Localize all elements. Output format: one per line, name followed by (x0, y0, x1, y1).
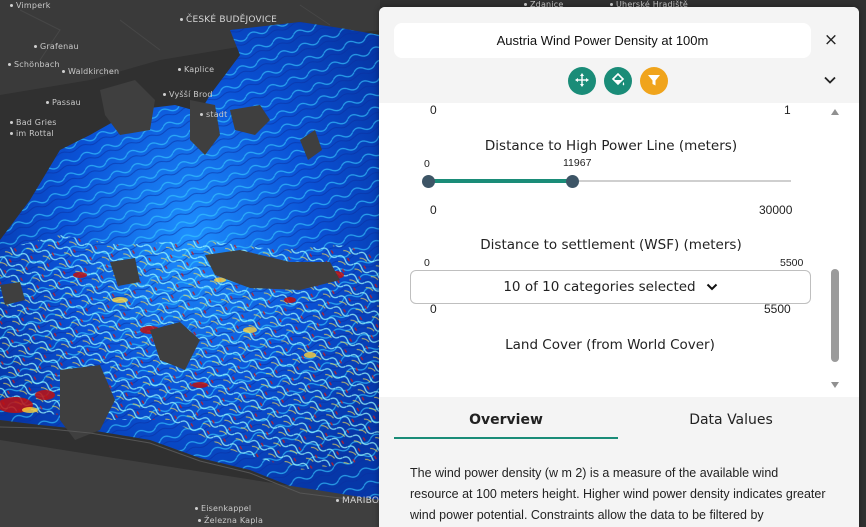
move-button[interactable] (568, 67, 596, 95)
filter-scrollbar[interactable] (829, 103, 843, 397)
settlement-range-max: 5500 (764, 302, 791, 316)
close-button[interactable]: × (821, 29, 841, 51)
map-place-label: Waldkirchen (62, 67, 119, 76)
land-cover-category-select[interactable]: 10 of 10 categories selected (410, 270, 811, 304)
map-place-label: stadt (200, 110, 227, 119)
settlement-filter-title: Distance to settlement (WSF) (meters) (480, 237, 742, 253)
map-place-label: Eisenkappel (195, 504, 251, 513)
scroll-up-arrow-icon[interactable] (831, 109, 839, 115)
map-place-label: Grafenau (34, 42, 79, 51)
high-power-line-low-value: 0 (424, 158, 430, 170)
tab-overview[interactable]: Overview (394, 400, 618, 440)
layer-panel: Austria Wind Power Density at 100m × 0 1… (379, 7, 859, 527)
collapse-panel-button[interactable] (821, 71, 839, 89)
map-place-label: ČESKÉ BUDĚJOVICE (180, 15, 277, 25)
map-place-label: Vimperk (10, 1, 51, 10)
slider-max-handle[interactable] (566, 175, 580, 188)
settlement-range-min: 0 (430, 302, 437, 316)
panel-tabs: Overview Data Values (394, 400, 844, 440)
tab-data-values[interactable]: Data Values (618, 400, 844, 440)
panel-header: Austria Wind Power Density at 100m × (379, 7, 859, 103)
chevron-down-icon (821, 74, 839, 93)
map-place-label: im Rottal (10, 129, 54, 138)
prev-filter-min-label: 0 (430, 103, 437, 117)
map-place-label: Schönbach (8, 60, 60, 69)
settlement-high-value: 5500 (780, 257, 804, 269)
style-button[interactable] (604, 67, 632, 95)
move-arrows-icon (575, 72, 589, 91)
high-power-line-range-max: 30000 (759, 203, 793, 217)
settlement-low-value: 0 (424, 257, 430, 269)
slider-min-handle[interactable] (421, 175, 435, 188)
scrollbar-thumb[interactable] (831, 269, 839, 362)
chevron-down-icon (706, 281, 718, 293)
active-tab-indicator (394, 437, 618, 439)
scroll-down-arrow-icon[interactable] (831, 382, 839, 388)
map-place-label: Železna Kapla (198, 516, 263, 525)
slider-range-fill (428, 179, 573, 183)
map-place-label: Kaplice (178, 65, 214, 74)
high-power-line-range-min: 0 (430, 203, 437, 217)
layer-description: The wind power density (w m 2) is a meas… (410, 466, 826, 522)
prev-filter-max-label: 1 (784, 103, 791, 117)
filter-button[interactable] (640, 67, 668, 95)
high-power-line-filter-title: Distance to High Power Line (meters) (484, 138, 738, 154)
map-place-label: Bad Gries (10, 118, 57, 127)
category-select-label: 10 of 10 categories selected (503, 279, 696, 295)
layer-title: Austria Wind Power Density at 100m (394, 23, 811, 58)
land-cover-filter-title: Land Cover (from World Cover) (505, 337, 715, 353)
filter-funnel-icon (647, 72, 661, 91)
paint-bucket-icon (611, 72, 625, 91)
high-power-line-high-value: 11967 (563, 157, 592, 169)
map-place-label: Vyšší Brod (163, 90, 213, 99)
map-place-label: Passau (46, 98, 81, 107)
filter-list[interactable]: 0 1 Distance to High Power Line (meters)… (379, 103, 859, 397)
